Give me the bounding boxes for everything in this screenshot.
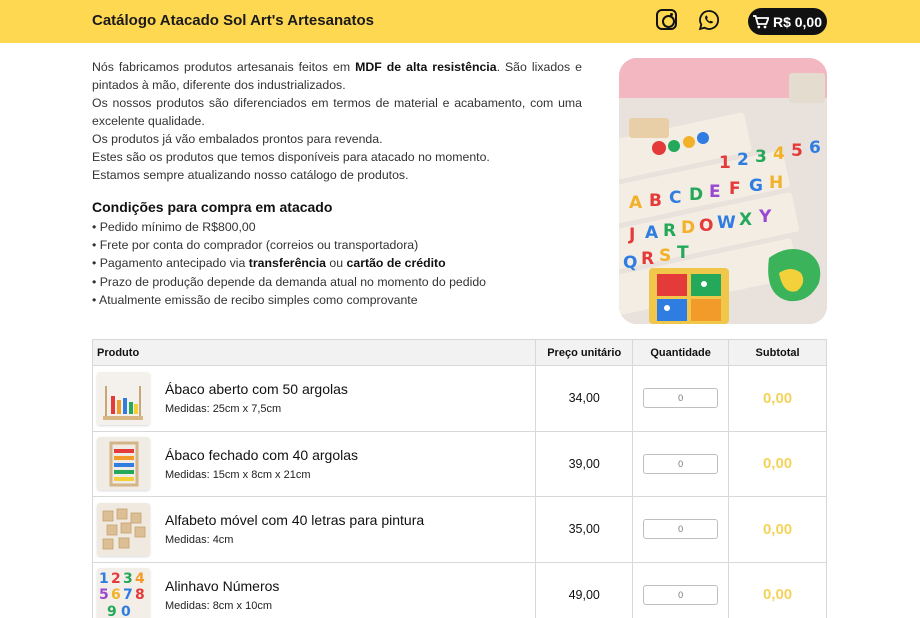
table-row: Ábaco fechado com 40 argolas Medidas: 15… — [91, 430, 827, 497]
svg-text:A: A — [645, 223, 659, 243]
svg-text:D: D — [681, 218, 695, 238]
svg-text:2: 2 — [111, 571, 121, 587]
svg-text:C: C — [669, 188, 681, 208]
intro-paragraph: Estes são os produtos que temos disponív… — [92, 150, 490, 164]
svg-text:6: 6 — [111, 587, 121, 603]
unit-price: 39,00 — [535, 430, 634, 497]
intro-paragraph: Nós fabricamos produtos artesanais feito… — [92, 60, 582, 92]
quantity-cell — [632, 561, 730, 618]
cart-total: R$ 0,00 — [772, 13, 823, 30]
product-name: Alinhavo Números — [165, 577, 280, 594]
cart-button[interactable]: R$ 0,00 — [748, 8, 827, 35]
product-thumbnail — [97, 371, 150, 425]
svg-text:9: 9 — [107, 604, 117, 618]
quantity-input[interactable] — [643, 584, 719, 605]
svg-text:B: B — [649, 191, 662, 211]
svg-text:5: 5 — [791, 141, 803, 161]
column-header-product: Produto — [91, 339, 537, 366]
table-header-row: Produto Preço unitário Quantidade Subtot… — [91, 339, 827, 366]
quantity-cell — [632, 496, 730, 563]
unit-price: 35,00 — [535, 496, 634, 563]
svg-text:Y: Y — [758, 207, 772, 227]
product-name: Ábaco aberto com 50 argolas — [165, 381, 348, 398]
row-subtotal: 0,00 — [728, 496, 827, 563]
table-row: 12 34 56 78 90 Alinhavo Números Medidas:… — [91, 561, 827, 618]
svg-text:4: 4 — [135, 571, 145, 587]
svg-text:H: H — [769, 173, 783, 193]
intro-paragraph: Estamos sempre atualizando nosso catálog… — [92, 168, 409, 182]
svg-text:7: 7 — [123, 587, 133, 603]
whatsapp-icon[interactable] — [698, 9, 720, 31]
unit-price: 49,00 — [535, 561, 634, 618]
product-dimensions: Medidas: 4cm — [165, 534, 234, 547]
hero-image: JA RD OW XY QR ST AB CD EF GH 12 34 56 — [619, 58, 827, 324]
product-thumbnail: 12 34 56 78 90 — [97, 568, 150, 618]
quantity-cell — [632, 430, 730, 497]
product-cell: 12 34 56 78 90 Alinhavo Números Medidas:… — [91, 561, 537, 618]
product-cell: Ábaco fechado com 40 argolas Medidas: 15… — [91, 430, 537, 497]
svg-text:0: 0 — [121, 604, 131, 618]
svg-text:R: R — [663, 221, 676, 241]
svg-text:G: G — [749, 176, 763, 196]
svg-text:2: 2 — [737, 150, 749, 170]
quantity-input[interactable] — [643, 453, 719, 474]
products-table: Produto Preço unitário Quantidade Subtot… — [91, 339, 827, 618]
condition-item: Atualmente emissão de recibo simples com… — [92, 291, 592, 309]
svg-text:5: 5 — [99, 587, 109, 603]
condition-item: Prazo de produção depende da demanda atu… — [92, 273, 592, 291]
page-title: Catálogo Atacado Sol Art's Artesanatos — [92, 12, 374, 29]
intro-paragraph: Os nossos produtos são diferenciados em … — [92, 96, 582, 128]
quantity-input[interactable] — [643, 519, 719, 540]
intro-paragraph: Os produtos já vão embalados prontos par… — [92, 132, 383, 146]
svg-text:3: 3 — [123, 571, 133, 587]
column-header-subtotal: Subtotal — [728, 339, 827, 366]
product-name: Ábaco fechado com 40 argolas — [165, 446, 359, 463]
product-dimensions: Medidas: 8cm x 10cm — [165, 599, 272, 612]
row-subtotal: 0,00 — [728, 430, 827, 497]
cart-icon — [752, 14, 769, 28]
column-header-price: Preço unitário — [535, 339, 634, 366]
table-row: Alfabeto móvel com 40 letras para pintur… — [91, 496, 827, 563]
svg-text:R: R — [641, 249, 654, 269]
quantity-cell — [632, 365, 730, 432]
top-bar: Catálogo Atacado Sol Art's Artesanatos R… — [0, 0, 920, 43]
condition-item: Pedido mínimo de R$800,00 — [92, 218, 592, 236]
unit-price: 34,00 — [535, 365, 634, 432]
svg-text:T: T — [677, 243, 689, 263]
svg-text:4: 4 — [773, 144, 785, 164]
svg-text:8: 8 — [135, 587, 145, 603]
product-thumbnail — [97, 437, 150, 491]
svg-text:1: 1 — [99, 571, 109, 587]
svg-text:1: 1 — [719, 153, 731, 173]
column-header-quantity: Quantidade — [632, 339, 730, 366]
svg-text:6: 6 — [809, 138, 821, 158]
condition-item-payment: Pagamento antecipado via transferência o… — [92, 254, 592, 272]
product-cell: Ábaco aberto com 50 argolas Medidas: 25c… — [91, 365, 537, 432]
svg-text:D: D — [689, 185, 703, 205]
table-row: Ábaco aberto com 50 argolas Medidas: 25c… — [91, 365, 827, 432]
instagram-icon[interactable] — [656, 9, 677, 30]
svg-text:W: W — [717, 213, 736, 233]
quantity-input[interactable] — [643, 388, 719, 409]
product-thumbnail — [97, 502, 150, 556]
svg-text:S: S — [659, 246, 671, 266]
row-subtotal: 0,00 — [728, 365, 827, 432]
svg-text:A: A — [629, 193, 643, 213]
condition-item: Frete por conta do comprador (correios o… — [92, 236, 592, 254]
svg-text:O: O — [699, 216, 713, 236]
svg-text:X: X — [739, 210, 752, 230]
product-dimensions: Medidas: 15cm x 8cm x 21cm — [165, 468, 311, 481]
row-subtotal: 0,00 — [728, 561, 827, 618]
svg-text:Q: Q — [623, 253, 637, 273]
conditions-list: Pedido mínimo de R$800,00 Frete por cont… — [92, 218, 592, 309]
product-cell: Alfabeto móvel com 40 letras para pintur… — [91, 496, 537, 563]
conditions-title: Condições para compra em atacado — [92, 199, 333, 215]
intro-text: Nós fabricamos produtos artesanais feito… — [92, 58, 582, 184]
product-dimensions: Medidas: 25cm x 7,5cm — [165, 403, 282, 416]
product-name: Alfabeto móvel com 40 letras para pintur… — [165, 512, 425, 529]
svg-text:3: 3 — [755, 147, 767, 167]
svg-text:J: J — [628, 225, 635, 245]
svg-text:F: F — [729, 179, 741, 199]
svg-text:E: E — [709, 182, 721, 202]
